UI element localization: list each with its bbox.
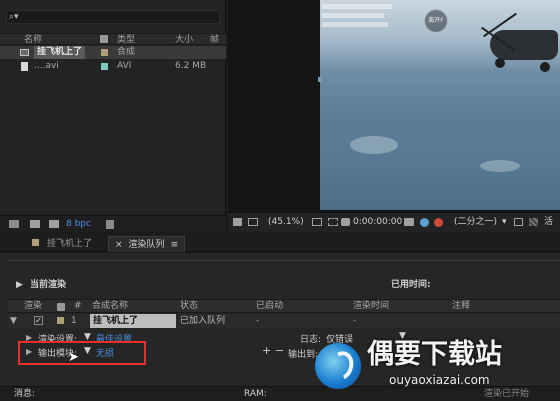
- column-num[interactable]: #: [74, 300, 82, 313]
- label-color-swatch: [101, 63, 108, 70]
- current-render-label: 当前渲染: [30, 280, 67, 290]
- column-comment[interactable]: 注释: [452, 300, 470, 313]
- project-item-size: 6.2 MB: [175, 61, 207, 71]
- chevron-right-icon[interactable]: ▶: [16, 275, 23, 295]
- project-item-avi[interactable]: ....avi AVI 6.2 MB: [0, 60, 226, 73]
- item-comp-name: 挂飞机上了: [90, 314, 176, 328]
- viewer-left-handle[interactable]: [318, 77, 322, 82]
- project-item-name: 挂飞机上了: [34, 46, 86, 59]
- item-num: 1: [71, 316, 77, 326]
- item-render-time: -: [353, 316, 357, 326]
- label-color-swatch: [101, 49, 108, 56]
- trash-icon[interactable]: [106, 220, 114, 229]
- island-shape: [480, 160, 520, 172]
- column-comp-name[interactable]: 合成名称: [92, 300, 128, 313]
- viewer-toolbar: (45.1%) 0:00:00:00 (二分之一) ▾ 活: [228, 212, 560, 232]
- project-footer: 8 bpc: [0, 215, 226, 232]
- expand-arrow-icon[interactable]: ▼: [10, 314, 17, 328]
- file-icon: [21, 62, 28, 71]
- fit-icon[interactable]: [312, 218, 322, 226]
- message-label: 消息:: [14, 389, 36, 399]
- chevron-down-icon[interactable]: ▾: [502, 216, 507, 228]
- column-size[interactable]: 大小: [175, 34, 193, 46]
- tag-icon: [100, 35, 108, 43]
- project-search-input[interactable]: ⌕▾: [6, 10, 220, 24]
- project-item-comp[interactable]: 挂飞机上了 合成: [0, 46, 226, 59]
- add-output-icon[interactable]: +: [262, 344, 271, 357]
- project-panel: ⌕▾ 名称 类型 大小 帧 挂飞机上了 合成 ....avi AVI 6.2 M…: [0, 0, 226, 232]
- region-icon[interactable]: [514, 218, 523, 226]
- viewer-extra[interactable]: 活: [544, 216, 553, 228]
- viewer-frame: 离开F: [320, 0, 560, 210]
- new-folder-icon[interactable]: [30, 220, 40, 228]
- highlight-box: [18, 341, 146, 365]
- helicopter-image: [460, 12, 560, 78]
- tab-render-queue[interactable]: × 渲染队列 ≡: [108, 236, 186, 252]
- column-extra[interactable]: 帧: [210, 34, 219, 46]
- column-status[interactable]: 状态: [180, 300, 198, 313]
- comp-tab-icon: [32, 239, 39, 246]
- project-item-type: 合成: [117, 47, 136, 57]
- tab-render-queue-label: 渲染队列: [128, 240, 165, 250]
- render-queue-item[interactable]: ▼ ✓ 1 挂飞机上了 已加入队列 - -: [8, 314, 560, 328]
- close-icon[interactable]: ×: [115, 240, 123, 250]
- island-shape: [350, 136, 398, 154]
- channel-icon[interactable]: [420, 218, 429, 227]
- render-queue-column-header: 渲染 # 合成名称 状态 已启动 渲染时间 注释: [8, 299, 560, 313]
- interpret-footage-icon[interactable]: [9, 220, 19, 228]
- remove-output-icon[interactable]: −: [275, 344, 284, 357]
- grid-icon[interactable]: [328, 218, 338, 226]
- overlay-button: 离开F: [424, 9, 448, 33]
- tag-icon: [57, 303, 65, 311]
- project-column-header: 名称 类型 大小 帧: [0, 33, 226, 45]
- hud-bars: [322, 4, 396, 28]
- column-started[interactable]: 已启动: [256, 300, 283, 313]
- column-render-time[interactable]: 渲染时间: [353, 300, 389, 313]
- watermark: 偶要下载站 ouyaoxiazai.com: [313, 335, 558, 401]
- current-render-row: ▶ 当前渲染 已用时间:: [8, 275, 560, 295]
- project-item-name: ....avi: [34, 61, 59, 71]
- mask-icon[interactable]: [341, 218, 350, 226]
- search-icon: ⌕▾: [9, 12, 19, 22]
- elapsed-label: 已用时间:: [391, 280, 431, 290]
- monitor-icon[interactable]: [248, 218, 258, 226]
- timecode[interactable]: 0:00:00:00: [353, 216, 402, 228]
- zoom-dropdown[interactable]: (45.1%): [268, 216, 304, 228]
- ram-label: RAM:: [244, 389, 267, 399]
- watermark-url: ouyaoxiazai.com: [389, 373, 490, 387]
- watermark-title: 偶要下载站: [367, 339, 502, 370]
- transparency-icon[interactable]: [529, 218, 538, 226]
- rq-separator: [8, 260, 560, 261]
- tab-menu-icon[interactable]: ≡: [171, 240, 179, 250]
- column-render[interactable]: 渲染: [24, 300, 42, 313]
- item-started: -: [256, 316, 260, 326]
- color-icon[interactable]: [434, 218, 443, 227]
- tab-comp-label: 挂飞机上了: [47, 239, 93, 249]
- comp-icon: [20, 49, 29, 56]
- resolution-dropdown[interactable]: (二分之一): [454, 216, 497, 228]
- column-name[interactable]: 名称: [24, 34, 42, 46]
- camera-icon[interactable]: [404, 218, 414, 226]
- always-preview-icon[interactable]: [233, 218, 242, 226]
- render-checkbox[interactable]: ✓: [34, 316, 43, 325]
- panel-tabbar: 挂飞机上了 × 渲染队列 ≡: [0, 234, 560, 252]
- bpc-button[interactable]: 8 bpc: [66, 218, 91, 230]
- new-comp-icon[interactable]: [49, 220, 59, 228]
- project-item-type: AVI: [117, 61, 132, 71]
- label-color-swatch: [57, 317, 64, 324]
- column-type[interactable]: 类型: [117, 34, 135, 46]
- item-status: 已加入队列: [180, 316, 226, 326]
- tab-comp[interactable]: 挂飞机上了: [26, 236, 98, 252]
